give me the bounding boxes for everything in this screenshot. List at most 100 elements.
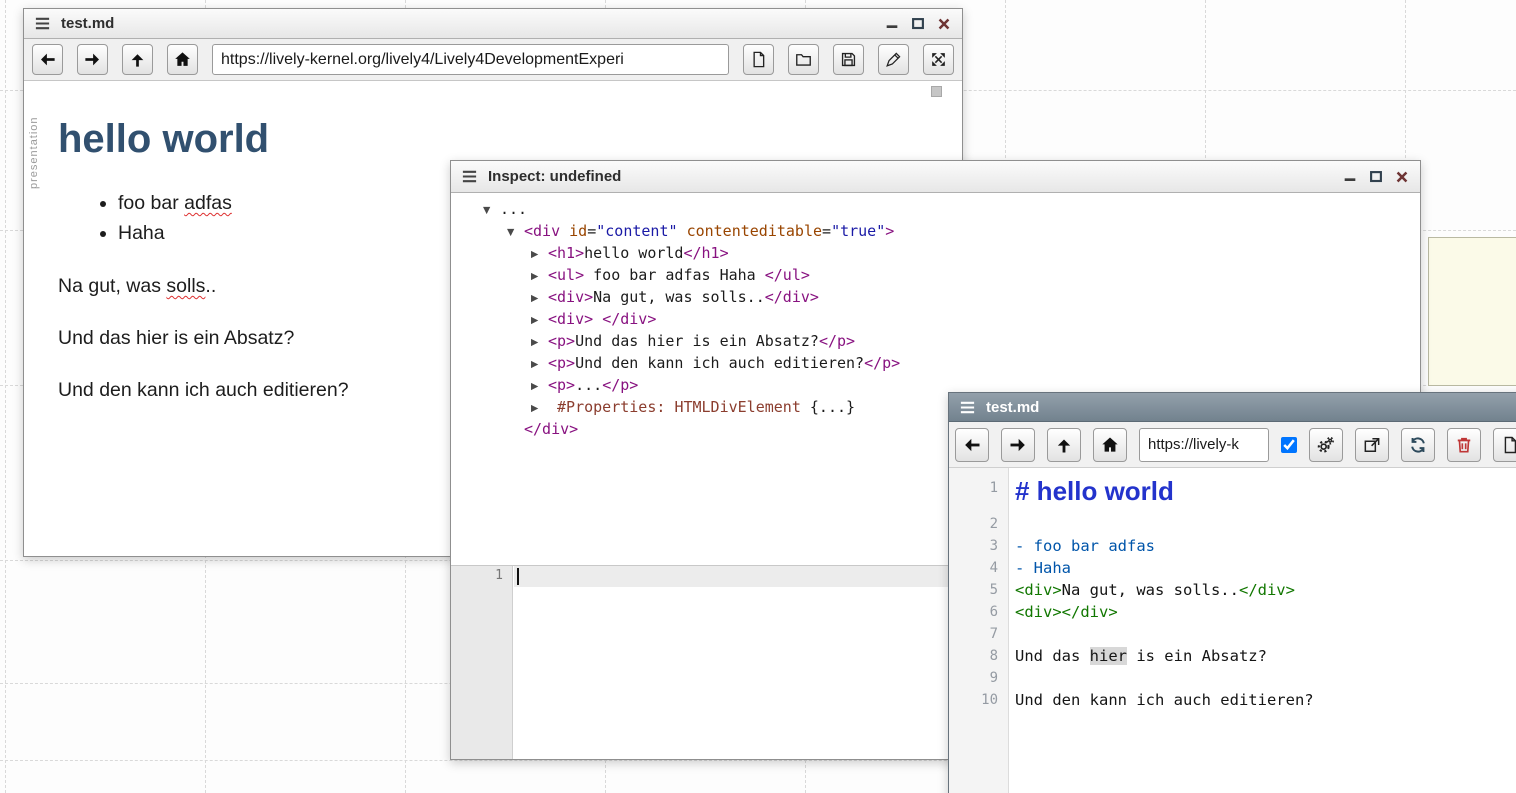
forward-button[interactable] <box>77 44 108 75</box>
window-menu-button[interactable] <box>958 398 976 416</box>
line-number: 1 <box>949 473 1009 513</box>
reload-button[interactable] <box>1401 428 1435 462</box>
url-input[interactable] <box>1139 428 1269 462</box>
text-segment: hier <box>1090 647 1127 665</box>
text-segment: is ein Absatz? <box>1127 647 1267 665</box>
line-number: 5 <box>949 579 1009 601</box>
code-line[interactable]: 8Und das hier is ein Absatz? <box>949 645 1516 667</box>
titlebar[interactable]: test.md <box>949 393 1516 422</box>
refresh-icon <box>1408 435 1428 455</box>
gears-icon <box>1316 435 1336 455</box>
new-file-button[interactable] <box>743 44 774 75</box>
inspector-tree-line[interactable]: ▶<ul> foo bar adfas Haha </ul> <box>483 264 1420 286</box>
url-input[interactable] <box>212 44 729 75</box>
window-menu-button[interactable] <box>460 168 478 186</box>
text-segment: # hello world <box>1015 476 1174 506</box>
text-segment: Haha <box>118 222 165 244</box>
text-segment: "true" <box>831 222 885 240</box>
home-button[interactable] <box>167 44 198 75</box>
text-segment: ▶ <box>531 332 548 354</box>
inspector-tree-line[interactable]: ▶<div>Na gut, was solls..</div> <box>483 286 1420 308</box>
code-line[interactable]: 9 <box>949 667 1516 689</box>
inspector-tree-line[interactable]: ▶<p>Und das hier is ein Absatz?</p> <box>483 330 1420 352</box>
code-text <box>1009 623 1015 645</box>
text-segment: <div <box>524 222 560 240</box>
inspector-tree-line[interactable]: ▼... <box>483 198 1420 220</box>
close-button[interactable] <box>1393 168 1411 186</box>
text-segment: <ul> <box>548 266 584 284</box>
markdown-source-editor[interactable]: 1# hello world23- foo bar adfas4- Haha5<… <box>949 468 1516 793</box>
code-line[interactable]: 2 <box>949 513 1516 535</box>
code-text: - Haha <box>1009 557 1071 579</box>
background-note-window[interactable] <box>1428 237 1516 386</box>
auto-update-checkbox[interactable] <box>1281 437 1297 453</box>
minimize-button[interactable] <box>1341 168 1359 186</box>
close-icon <box>1394 169 1410 185</box>
browse-folder-button[interactable] <box>788 44 819 75</box>
text-segment: .. <box>205 275 216 297</box>
text-segment: hello world <box>584 244 683 262</box>
text-segment: foo bar <box>118 192 184 214</box>
line-number: 6 <box>949 601 1009 623</box>
inspector-tree-line[interactable]: ▶<div> </div> <box>483 308 1420 330</box>
close-button[interactable] <box>935 15 953 33</box>
edit-button[interactable] <box>878 44 909 75</box>
inspector-tree-line[interactable]: ▶<p>Und den kann ich auch editieren?</p> <box>483 352 1420 374</box>
text-segment: <div> <box>548 288 593 306</box>
code-editor-rows: 1# hello world23- foo bar adfas4- Haha5<… <box>949 468 1516 711</box>
text-segment: </p> <box>602 376 638 394</box>
new-file-icon <box>749 50 768 69</box>
code-line[interactable]: 3- foo bar adfas <box>949 535 1516 557</box>
text-segment: ▶ <box>531 244 548 266</box>
code-line[interactable]: 6<div></div> <box>949 601 1516 623</box>
code-line[interactable]: 1# hello world <box>949 473 1516 513</box>
home-button[interactable] <box>1093 428 1127 462</box>
up-button[interactable] <box>1047 428 1081 462</box>
text-segment: Na gut, was solls.. <box>1062 581 1239 599</box>
back-icon <box>38 50 57 69</box>
save-icon <box>839 50 858 69</box>
code-text: <div></div> <box>1009 601 1118 623</box>
text-segment: </ul> <box>765 266 810 284</box>
maximize-button[interactable] <box>909 15 927 33</box>
minimize-icon <box>884 16 900 32</box>
text-segment: </div> <box>524 420 578 438</box>
code-line[interactable]: 4- Haha <box>949 557 1516 579</box>
up-button[interactable] <box>122 44 153 75</box>
settings-button[interactable] <box>1309 428 1343 462</box>
scrollbar-stub[interactable] <box>931 86 942 97</box>
text-segment: - Haha <box>1015 559 1071 577</box>
maximize-icon <box>910 16 926 32</box>
new-file-button[interactable] <box>1493 428 1516 462</box>
text-segment: contenteditable <box>687 222 822 240</box>
window-menu-button[interactable] <box>33 15 51 33</box>
inspector-tree-line[interactable]: ▼<div id="content" contenteditable="true… <box>483 220 1420 242</box>
text-segment: <p> <box>548 354 575 372</box>
code-line[interactable]: 5<div>Na gut, was solls..</div> <box>949 579 1516 601</box>
text-segment: </div> <box>1239 581 1295 599</box>
titlebar[interactable]: test.md <box>24 9 962 39</box>
hamburger-icon <box>461 168 478 185</box>
maximize-button[interactable] <box>1367 168 1385 186</box>
fullscreen-button[interactable] <box>923 44 954 75</box>
text-segment: Und den kann ich auch editieren? <box>575 354 864 372</box>
inspector-tree-line[interactable]: ▶<h1>hello world</h1> <box>483 242 1420 264</box>
text-segment: ▶ <box>531 398 548 420</box>
code-text: # hello world <box>1009 473 1174 513</box>
code-line[interactable]: 7 <box>949 623 1516 645</box>
back-button[interactable] <box>955 428 989 462</box>
open-external-button[interactable] <box>1355 428 1389 462</box>
forward-button[interactable] <box>1001 428 1035 462</box>
minimize-button[interactable] <box>883 15 901 33</box>
text-segment <box>593 310 602 328</box>
close-icon <box>936 16 952 32</box>
code-text <box>1009 667 1015 689</box>
code-line[interactable]: 10Und den kann ich auch editieren? <box>949 689 1516 711</box>
save-button[interactable] <box>833 44 864 75</box>
text-segment: ▼ <box>483 200 500 222</box>
delete-button[interactable] <box>1447 428 1481 462</box>
text-segment: = <box>587 222 596 240</box>
external-link-icon <box>1362 435 1382 455</box>
titlebar[interactable]: Inspect: undefined <box>451 161 1420 193</box>
back-button[interactable] <box>32 44 63 75</box>
